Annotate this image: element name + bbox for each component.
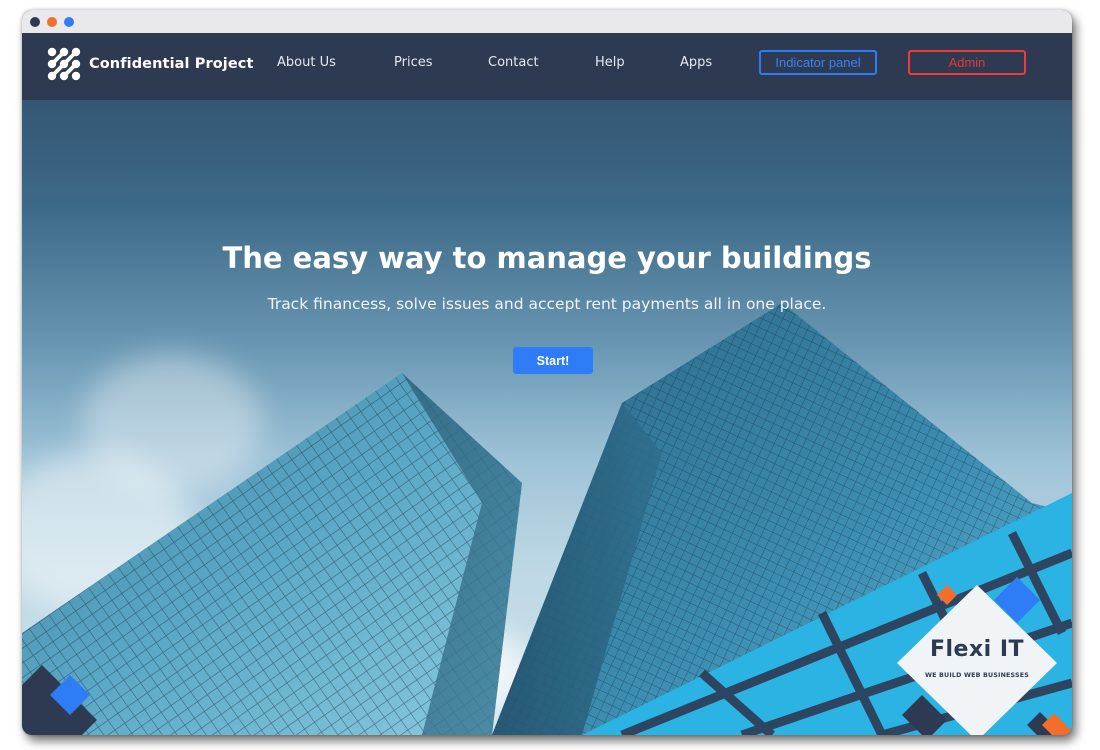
- hero-section: Flexi IT WE BUILD WEB BUSINESSES The eas…: [22, 33, 1072, 735]
- nav-contact[interactable]: Contact: [488, 55, 539, 70]
- nav-apps[interactable]: Apps: [680, 55, 712, 70]
- start-button[interactable]: Start!: [513, 347, 593, 374]
- window-maximize-button[interactable]: [64, 17, 74, 27]
- corner-decoration: [22, 665, 97, 735]
- nav-prices[interactable]: Prices: [394, 55, 433, 70]
- watermark-tagline: WE BUILD WEB BUSINESSES: [925, 672, 1029, 679]
- top-navbar: Confidential Project About Us Prices Con…: [22, 33, 1072, 100]
- browser-window: Flexi IT WE BUILD WEB BUSINESSES The eas…: [22, 10, 1072, 735]
- nav-about-us[interactable]: About Us: [277, 55, 336, 70]
- dot-grid-logo-icon: [47, 47, 81, 81]
- brand-name: Confidential Project: [89, 56, 254, 72]
- flexi-it-watermark: Flexi IT WE BUILD WEB BUSINESSES: [882, 575, 1072, 735]
- hero-subtitle: Track financess, solve issues and accept…: [267, 295, 827, 313]
- window-close-button[interactable]: [30, 17, 40, 27]
- window-minimize-button[interactable]: [47, 17, 57, 27]
- window-titlebar: [22, 10, 1072, 33]
- hero-title: The easy way to manage your buildings: [222, 241, 872, 275]
- nav-help[interactable]: Help: [595, 55, 625, 70]
- watermark-name: Flexi IT: [929, 637, 1025, 662]
- indicator-panel-button[interactable]: Indicator panel: [759, 50, 877, 75]
- brand[interactable]: Confidential Project: [46, 46, 254, 82]
- admin-button[interactable]: Admin: [908, 50, 1026, 75]
